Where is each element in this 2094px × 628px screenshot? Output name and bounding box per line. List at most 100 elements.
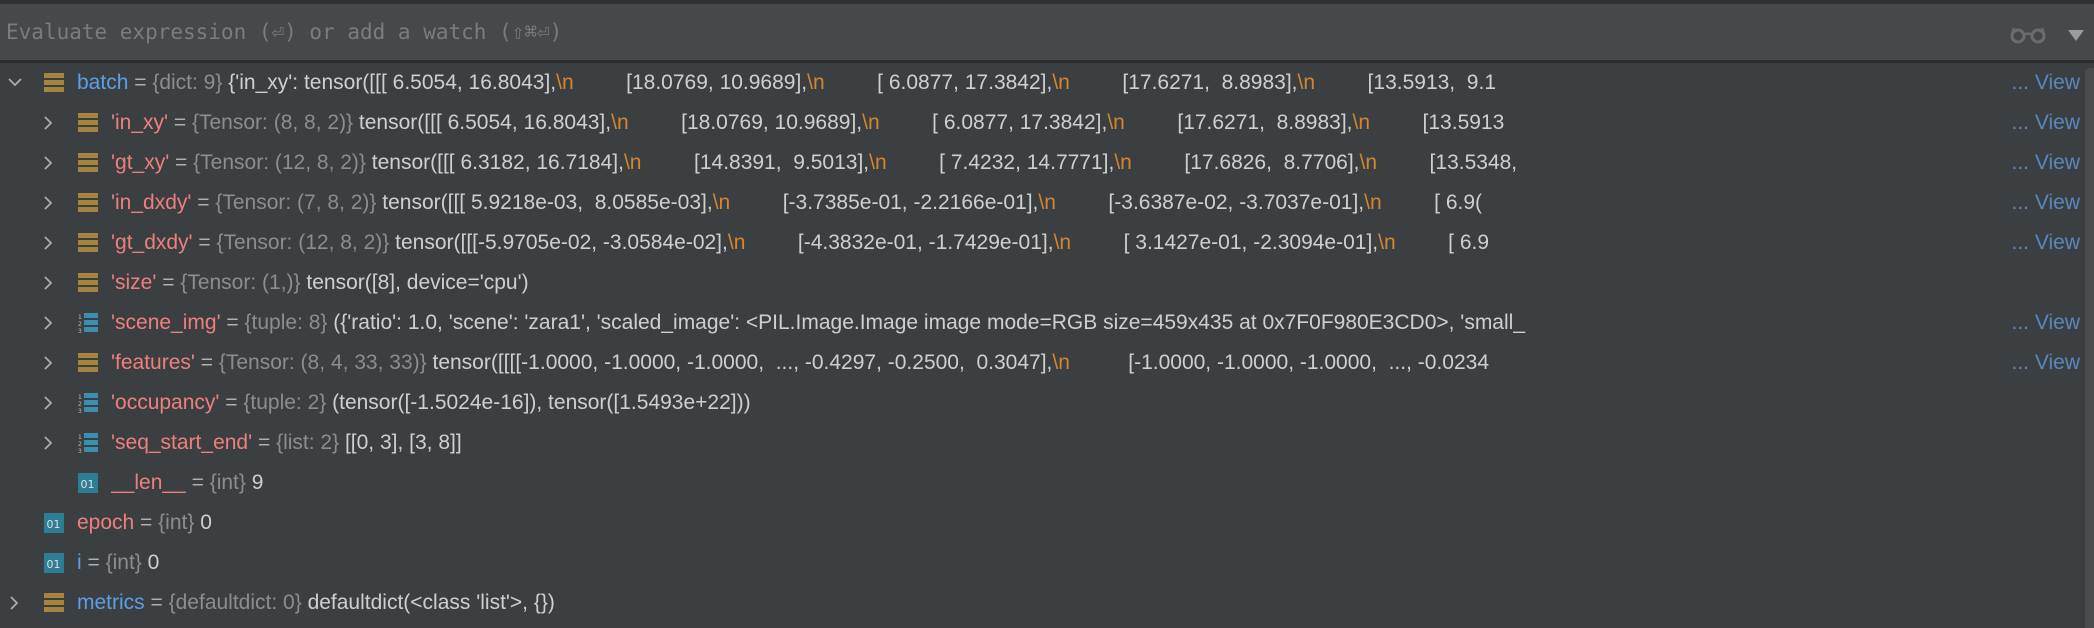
dict-icon — [78, 193, 98, 212]
variable-value: 0 — [200, 511, 212, 534]
int-icon: 01 — [44, 513, 64, 533]
variable-type: {tuple: 8} — [244, 311, 328, 334]
variable-row[interactable]: 'gt_xy' = {Tensor: (12, 8, 2)} tensor([[… — [0, 143, 2080, 183]
svg-text:2: 2 — [78, 321, 82, 328]
variable-type: {tuple: 2} — [243, 391, 327, 414]
variable-name: 'seq_start_end' — [111, 431, 253, 454]
variable-row[interactable]: 1 2 3 'occupancy' = {tuple: 2} (tensor([-1.… — [0, 383, 2080, 423]
view-link[interactable]: ... View — [2009, 223, 2080, 263]
view-link[interactable]: ... View — [2009, 63, 2080, 103]
variable-row[interactable]: 'in_dxdy' = {Tensor: (7, 8, 2)} tensor([… — [0, 183, 2080, 223]
ellipsis: ... — [2011, 151, 2030, 174]
variable-type: {Tensor: (7, 8, 2)} — [215, 191, 377, 214]
variable-row[interactable]: 1 2 3 'seq_start_end' = {list: 2} [[0, 3], … — [0, 423, 2080, 463]
variable-value: tensor([[[-5.9705e-02, -3.0584e-02],\n [… — [395, 231, 1490, 254]
newline-escape: \n — [862, 111, 880, 134]
equals-sign: = — [191, 191, 216, 214]
newline-escape: \n — [1052, 351, 1070, 374]
glasses-icon[interactable] — [2010, 24, 2046, 44]
variable-value: tensor([8], device='cpu') — [306, 271, 529, 294]
variable-type: {int} — [105, 551, 142, 574]
view-label: View — [2034, 151, 2080, 174]
newline-escape: \n — [869, 151, 887, 174]
variable-type: {Tensor: (8, 4, 33, 33)} — [218, 351, 427, 374]
ellipsis: ... — [2011, 111, 2030, 134]
variable-row[interactable]: batch = {dict: 9} {'in_xy': tensor([[[ 6… — [0, 63, 2080, 103]
svg-text:3: 3 — [78, 328, 82, 333]
equals-sign: = — [134, 511, 159, 534]
variable-type: {Tensor: (12, 8, 2)} — [216, 231, 390, 254]
ellipsis: ... — [2011, 231, 2030, 254]
newline-escape: \n — [1364, 191, 1382, 214]
equals-sign: = — [128, 71, 153, 94]
newline-escape: \n — [1352, 111, 1371, 134]
newline-escape: \n — [623, 151, 642, 174]
dict-icon — [78, 233, 98, 252]
svg-text:2: 2 — [78, 401, 82, 408]
variable-row[interactable]: 1 2 3 'scene_img' = {tuple: 8} ({'ratio': 1… — [0, 303, 2080, 343]
equals-sign: = — [192, 231, 217, 254]
ellipsis: ... — [2011, 71, 2030, 94]
view-link[interactable]: ... View — [2009, 183, 2080, 223]
variable-name: batch — [77, 71, 129, 94]
svg-text:3: 3 — [78, 448, 82, 453]
variable-type: {Tensor: (12, 8, 2)} — [193, 151, 366, 174]
variable-row[interactable]: 'features' = {Tensor: (8, 4, 33, 33)} te… — [0, 343, 2080, 383]
variable-name: 'gt_xy' — [111, 151, 170, 174]
variable-value: {'in_xy': tensor([[[ 6.5054, 16.8043],\n… — [228, 71, 1496, 94]
triangle-down-icon[interactable] — [2068, 30, 2084, 41]
evaluate-expression-input[interactable] — [0, 4, 1986, 60]
variable-row[interactable]: 'in_xy' = {Tensor: (8, 8, 2)} tensor([[[… — [0, 103, 2080, 143]
svg-text:01: 01 — [47, 558, 61, 571]
variable-type: {int} — [158, 511, 195, 534]
variable-row[interactable]: 'size' = {Tensor: (1,)} tensor([8], devi… — [0, 263, 2080, 303]
variable-row[interactable]: metrics = {defaultdict: 0} defaultdict(<… — [0, 583, 2080, 623]
view-link[interactable]: ... View — [2009, 143, 2080, 183]
svg-text:01: 01 — [47, 518, 61, 531]
variable-value: tensor([[[[-1.0000, -1.0000, -1.0000, ..… — [432, 351, 1489, 374]
dict-icon — [78, 353, 98, 372]
view-label: View — [2034, 111, 2080, 134]
newline-escape: \n — [712, 191, 731, 214]
equals-sign: = — [81, 551, 106, 574]
variable-type: {int} — [209, 471, 246, 494]
view-label: View — [2034, 311, 2080, 334]
variable-name: 'in_xy' — [111, 111, 169, 134]
equals-sign: = — [168, 111, 192, 134]
variable-row[interactable]: 01 __len__ = {int} 9 — [0, 463, 2080, 503]
ellipsis: ... — [2011, 351, 2030, 374]
equals-sign: = — [144, 591, 169, 614]
dict-icon — [78, 153, 98, 172]
equals-sign: = — [185, 471, 210, 494]
newline-escape: \n — [1297, 71, 1316, 94]
variable-row[interactable]: 01 i = {int} 0 — [0, 543, 2080, 583]
equals-sign: = — [194, 351, 219, 374]
view-link[interactable]: ... View — [2009, 343, 2080, 383]
svg-text:2: 2 — [78, 441, 82, 448]
newline-escape: \n — [1378, 231, 1396, 254]
view-link[interactable]: ... View — [2009, 303, 2080, 343]
view-label: View — [2034, 191, 2080, 214]
svg-text:3: 3 — [78, 408, 82, 413]
equals-sign: = — [169, 151, 194, 174]
evaluate-bar — [0, 4, 2094, 63]
vertical-scrollbar[interactable] — [2085, 68, 2094, 628]
svg-text:1: 1 — [78, 434, 82, 441]
svg-text:1: 1 — [78, 394, 82, 401]
view-label: View — [2034, 71, 2080, 94]
variable-row[interactable]: 'gt_dxdy' = {Tensor: (12, 8, 2)} tensor(… — [0, 223, 2080, 263]
variable-row[interactable]: 01 epoch = {int} 0 — [0, 503, 2080, 543]
variable-name: 'gt_dxdy' — [111, 231, 193, 254]
variable-name: 'in_dxdy' — [111, 191, 192, 214]
equals-sign: = — [156, 271, 181, 294]
newline-escape: \n — [727, 231, 746, 254]
list-icon: 123 — [78, 433, 98, 453]
variable-value: 0 — [147, 551, 160, 574]
variable-name: 'size' — [111, 271, 157, 294]
dict-icon — [78, 113, 98, 132]
view-link[interactable]: ... View — [2009, 103, 2080, 143]
svg-text:01: 01 — [81, 478, 95, 491]
newline-escape: \n — [1038, 191, 1056, 214]
variable-value: tensor([[[ 6.3182, 16.7184],\n [14.8391,… — [371, 151, 1518, 174]
variables-tree: batch = {dict: 9} {'in_xy': tensor([[[ 6… — [0, 63, 2080, 623]
